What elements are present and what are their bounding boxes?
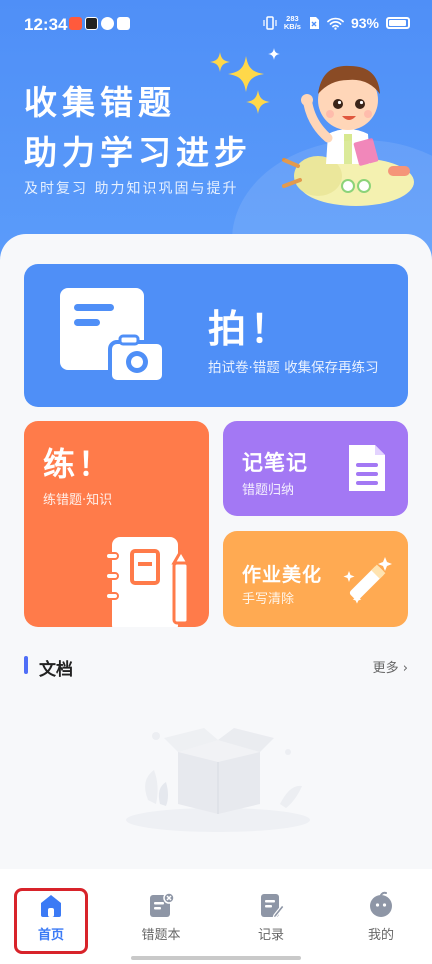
video-app-icon [85, 17, 98, 30]
practice-card-desc: 练错题·知识 [43, 493, 113, 508]
no-sim-icon [309, 17, 319, 29]
sparkle-small-icon [210, 52, 230, 72]
hero-subtitle: 及时复习 助力知识巩固与提升 [24, 181, 239, 197]
notes-card-title: 记笔记 [242, 451, 308, 475]
bottom-navigation: 首页 错题本 记录 我的 [0, 869, 432, 964]
documents-section-title: 文档 [39, 660, 73, 680]
empty-box-icon [126, 728, 310, 832]
section-accent-bar [24, 656, 28, 674]
vibrate-icon [263, 16, 277, 30]
nav-mistake-book[interactable]: 错题本 [121, 891, 201, 943]
notebook-pen-icon [105, 537, 191, 627]
beautify-card-desc: 手写清除 [242, 592, 295, 607]
status-time: 12:34 [24, 15, 68, 34]
photo-card-title: 拍！ [208, 307, 293, 351]
sync-app-icon [101, 17, 114, 30]
nav-profile[interactable]: 我的 [341, 891, 421, 943]
document-camera-icon [60, 288, 166, 384]
battery-icon [386, 17, 410, 29]
record-icon [261, 894, 285, 919]
notes-card[interactable]: 记笔记 错题归纳 [223, 421, 408, 516]
nav-mistake-book-label: 错题本 [141, 928, 181, 943]
profile-icon [370, 891, 392, 917]
status-bar: 12:34 283 KB/s 93% [0, 0, 432, 48]
mistake-book-icon [150, 892, 175, 917]
wifi-icon [327, 17, 344, 30]
practice-card[interactable]: 练！ 练错题·知识 [24, 421, 209, 627]
sparkle-medium-icon [246, 90, 270, 114]
app-notification-icon [69, 17, 82, 30]
net-speed-unit: KB/s [283, 22, 301, 31]
nav-records[interactable]: 记录 [231, 891, 311, 943]
sparkle-large-icon [228, 56, 264, 92]
notes-icon [349, 445, 385, 491]
battery-percent: 93% [350, 15, 379, 31]
photo-capture-card[interactable]: 拍！ 拍试卷·错题 收集保存再练习 [24, 264, 408, 407]
nav-profile-label: 我的 [367, 928, 394, 943]
beautify-card-title: 作业美化 [242, 564, 323, 586]
photo-card-desc: 拍试卷·错题 收集保存再练习 [208, 360, 379, 376]
homework-beautify-card[interactable]: 作业美化 手写清除 [223, 531, 408, 627]
documents-more-link[interactable]: 更多 › [373, 657, 408, 676]
practice-card-title: 练！ [43, 445, 114, 483]
boy-mascot-illustration [282, 65, 414, 206]
hero-title-line1: 收集错题 [24, 83, 176, 122]
notification-icons [69, 17, 130, 30]
home-tab-highlight-box [14, 888, 88, 954]
home-indicator-bar[interactable] [131, 956, 301, 960]
hero-banner: 12:34 283 KB/s 93% 收集错题 助力学习进步 及时复习 助力知识… [0, 0, 432, 270]
net-speed: 283 KB/s [284, 15, 301, 31]
mail-app-icon [117, 17, 130, 30]
magic-wand-icon [343, 557, 392, 604]
hero-title-line2: 助力学习进步 [24, 133, 252, 172]
notes-card-desc: 错题归纳 [242, 483, 295, 498]
nav-records-label: 记录 [257, 928, 284, 943]
